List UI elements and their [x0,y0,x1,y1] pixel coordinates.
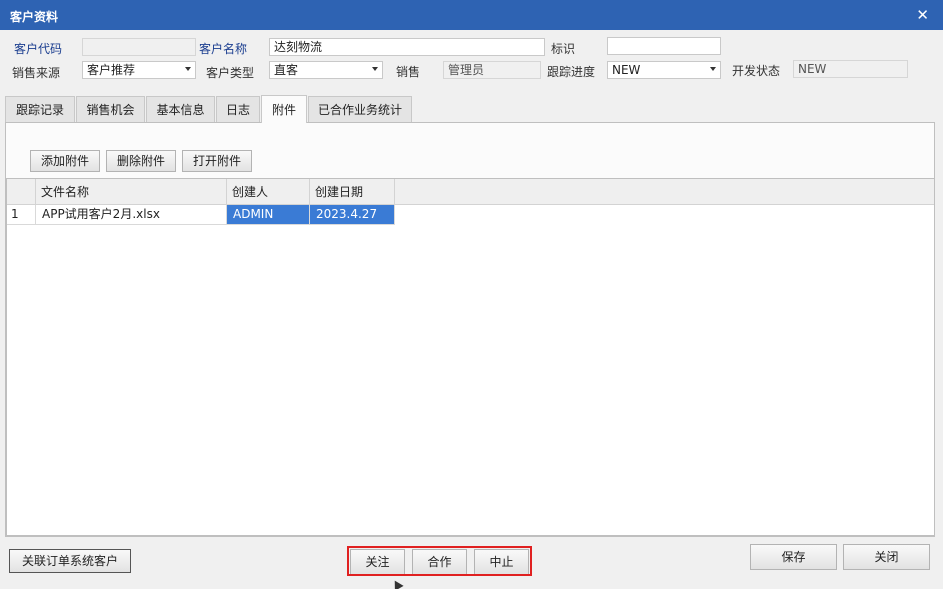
dev-status-label: 开发状态 [732,64,781,78]
file-name-cell[interactable]: APP试用客户2月.xlsx [36,205,227,224]
row-indicator-header [7,179,36,205]
delete-attachment-button[interactable]: 删除附件 [106,150,176,172]
close-icon[interactable]: ✕ [916,6,929,24]
customer-type-value: 直客 [274,63,299,77]
highlight-box [347,546,532,576]
creator-cell[interactable]: ADMIN [227,205,310,224]
add-attachment-button[interactable]: 添加附件 [30,150,100,172]
column-header-creator[interactable]: 创建人 [227,179,310,205]
title-bar: 客户资料 ✕ [0,0,943,30]
customer-name-label: 客户名称 [199,42,248,56]
tab-attachments[interactable]: 附件 [261,95,307,123]
mouse-cursor-icon [390,578,404,589]
tab-cooperation-stats[interactable]: 已合作业务统计 [308,96,412,123]
column-header-created-date[interactable]: 创建日期 [310,179,395,205]
save-button[interactable]: 保存 [750,544,837,570]
identifier-label: 标识 [551,42,576,56]
chevron-down-icon [710,67,716,71]
identifier-field[interactable] [607,37,721,55]
sales-source-value: 客户推荐 [87,63,136,77]
window-title: 客户资料 [10,10,59,24]
open-attachment-button[interactable]: 打开附件 [182,150,252,172]
customer-type-label: 客户类型 [206,66,255,80]
chevron-down-icon [185,67,191,71]
link-order-system-customer-button[interactable]: 关联订单系统客户 [9,549,131,573]
close-button[interactable]: 关闭 [843,544,930,570]
tracking-progress-select[interactable]: NEW [607,61,721,79]
row-number: 1 [7,205,36,224]
dev-status-field[interactable]: NEW [793,60,908,78]
tab-basic-info[interactable]: 基本信息 [146,96,215,123]
sales-source-select[interactable]: 客户推荐 [82,61,196,79]
column-header-file-name[interactable]: 文件名称 [36,179,227,205]
chevron-down-icon [372,67,378,71]
tracking-progress-value: NEW [612,63,641,77]
grid-header: 文件名称 创建人 创建日期 [7,179,934,205]
customer-code-label: 客户代码 [14,42,63,56]
tab-tracking-records[interactable]: 跟踪记录 [5,96,75,123]
sales-source-label: 销售来源 [12,66,61,80]
table-row[interactable]: 1 APP试用客户2月.xlsx ADMIN 2023.4.27 [7,205,395,225]
tracking-progress-label: 跟踪进度 [547,65,596,79]
sales-label: 销售 [396,65,421,79]
sales-field[interactable]: 管理员 [443,61,541,79]
customer-type-select[interactable]: 直客 [269,61,383,79]
tab-log[interactable]: 日志 [216,96,260,123]
attachments-grid: 文件名称 创建人 创建日期 1 APP试用客户2月.xlsx ADMIN 202… [6,178,935,536]
created-date-cell[interactable]: 2023.4.27 [310,205,395,224]
customer-code-field[interactable] [82,38,196,56]
customer-name-field[interactable]: 达刻物流 [269,38,545,56]
tab-sales-opportunities[interactable]: 销售机会 [76,96,145,123]
